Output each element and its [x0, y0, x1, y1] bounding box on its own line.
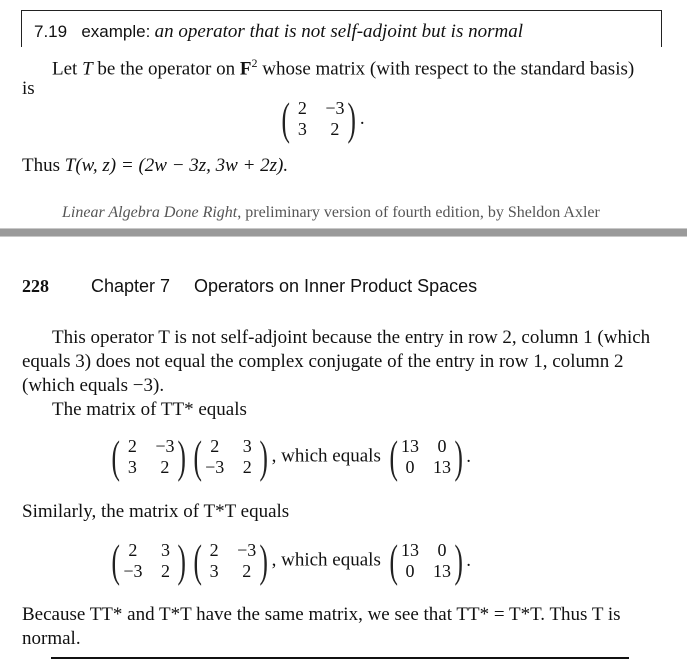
left-paren: ( [111, 431, 120, 482]
period: . [359, 108, 365, 129]
left-paren: ( [389, 431, 398, 482]
conclusion-line-2: normal. [22, 628, 81, 649]
example-heading: 7.19 example: an operator that is not se… [34, 21, 523, 43]
left-paren: ( [111, 535, 120, 586]
left-paren: ( [193, 431, 202, 482]
matrix-grid: 13 0 0 13 [401, 540, 451, 582]
matrix-entry: 2 [297, 98, 307, 118]
matrix-entry: −3 [325, 98, 345, 118]
matrix-entry: 0 [437, 436, 447, 456]
matrix-entry: 0 [437, 540, 447, 560]
chapter-label: Chapter 7 [91, 276, 171, 296]
example-label: example: [81, 22, 151, 41]
paragraph-line-2: equals 3) does not equal the complex con… [22, 351, 624, 372]
matrix-grid: 2 −3 3 2 [205, 540, 257, 582]
matrix-entry: 2 [160, 561, 170, 581]
right-paren: ) [454, 431, 463, 482]
book-title: Linear Algebra Done Right [62, 204, 238, 221]
matrix-grid: 2 −3 3 2 [293, 98, 345, 140]
text: Let [52, 58, 83, 80]
text: Thus [22, 155, 65, 176]
right-paren: ) [177, 431, 187, 482]
right-paren: ) [347, 93, 357, 144]
matrix-entry: −3 [155, 436, 175, 456]
tt-star-equation: (2 −3 3 2)(2 3 −3 2), which equals (13 0 0 13). [108, 434, 471, 480]
matrix-entry: 0 [405, 457, 415, 477]
right-paren: ) [259, 535, 269, 586]
matrix-entry: 2 [127, 436, 137, 456]
matrix-entry: 13 [432, 457, 451, 477]
matrix-entry: 3 [297, 119, 307, 139]
paragraph-line-1: This operator T is not self-adjoint beca… [52, 327, 651, 348]
matrix-T: ( 2 −3 3 2 ) . [278, 93, 365, 144]
right-paren: ) [454, 535, 463, 586]
text: be the operator on [92, 58, 240, 80]
matrix-entry: 2 [242, 561, 252, 581]
period: . [466, 550, 472, 571]
which-equals-text: , which equals [271, 549, 381, 571]
page-number: 228 [22, 276, 49, 296]
matrix-grid: 13 0 0 13 [401, 436, 451, 478]
matrix-entry: 2 [209, 540, 219, 560]
t-star-t-equation: (2 3 −3 2)(2 −3 3 2), which equals (13 0 0 13). [108, 538, 471, 584]
thus-line: Thus T(w, z) = (2w − 3z, 3w + 2z). [22, 155, 288, 177]
right-paren: ) [177, 535, 187, 586]
left-paren: ( [389, 535, 398, 586]
symbol-T: T [82, 58, 93, 80]
footer-text: , preliminary version of fourth edition,… [237, 204, 600, 221]
formula: T(w, z) = (2w − 3z, 3w + 2z). [64, 155, 289, 176]
matrix-grid: 2 −3 3 2 [123, 436, 175, 478]
left-paren: ( [193, 535, 202, 586]
page-footer: Linear Algebra Done Right, preliminary v… [62, 204, 600, 222]
matrix-entry: 13 [432, 561, 451, 581]
which-equals-text: , which equals [271, 445, 381, 467]
example-number: 7.19 [34, 22, 68, 41]
chapter-title: Operators on Inner Product Spaces [194, 276, 478, 296]
t-star-t-intro: Similarly, the matrix of T*T equals [22, 501, 290, 522]
matrix-entry: 13 [400, 540, 419, 560]
left-paren: ( [281, 93, 290, 144]
matrix-entry: 3 [160, 540, 170, 560]
matrix-entry: −3 [123, 561, 143, 581]
text: whose matrix (with respect to the standa… [257, 58, 635, 80]
matrix-entry: 2 [160, 457, 170, 477]
matrix-entry: 2 [242, 457, 252, 477]
intro-line-2: is [22, 78, 35, 99]
matrix-entry: 3 [209, 561, 219, 581]
right-paren: ) [259, 431, 269, 482]
tt-star-intro: The matrix of TT* equals [52, 399, 247, 420]
matrix-entry: 3 [242, 436, 252, 456]
page-separator [0, 228, 687, 237]
matrix-entry: 2 [330, 119, 340, 139]
matrix-grid: 2 3 −3 2 [123, 540, 174, 582]
matrix-entry: 13 [400, 436, 419, 456]
intro-line-1: Let T be the operator on F2 whose matrix… [52, 56, 634, 80]
matrix-entry: 2 [128, 540, 138, 560]
matrix-entry: −3 [237, 540, 257, 560]
example-title: an operator that is not self-adjoint but… [154, 21, 523, 42]
paragraph-line-3: (which equals −3). [22, 375, 165, 396]
conclusion-line-1: Because TT* and T*T have the same matrix… [22, 604, 621, 625]
matrix-entry: −3 [205, 457, 225, 477]
matrix-entry: 2 [210, 436, 220, 456]
field-F: F [239, 58, 252, 80]
bottom-rule [51, 657, 629, 659]
matrix-grid: 2 3 −3 2 [205, 436, 256, 478]
period: . [466, 446, 472, 467]
matrix-entry: 3 [127, 457, 137, 477]
matrix-entry: 0 [405, 561, 415, 581]
